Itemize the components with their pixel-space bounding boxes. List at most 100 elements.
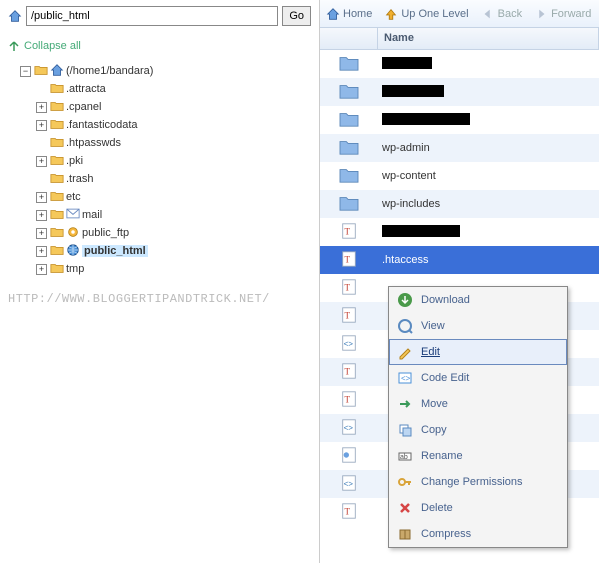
svg-text:T: T: [345, 394, 351, 404]
expander-icon[interactable]: [36, 102, 47, 113]
folder-row[interactable]: [320, 106, 599, 134]
expander-icon[interactable]: [36, 246, 47, 257]
toolbar-up[interactable]: Up One Level: [384, 7, 468, 21]
go-button[interactable]: Go: [282, 6, 311, 26]
compress-icon: [397, 526, 413, 542]
tree-item[interactable]: .pki: [8, 152, 311, 170]
tree-item-label: .htpasswds: [66, 137, 121, 149]
expander-icon[interactable]: [20, 66, 31, 77]
svg-text:T: T: [345, 254, 351, 264]
folder-tree: (/home1/bandara) .attracta .cpanel.fantas…: [8, 62, 311, 278]
folder-icon: [34, 64, 48, 79]
edit-icon: [397, 344, 413, 360]
tree-item[interactable]: .attracta: [8, 80, 311, 98]
delete-icon: [397, 500, 413, 516]
ctx-label: Move: [421, 398, 448, 410]
tree-item-label: .pki: [66, 155, 83, 167]
tree-item[interactable]: .trash: [8, 170, 311, 188]
file-icon: T: [338, 362, 360, 383]
home-icon: [8, 9, 22, 23]
tree-item[interactable]: mail: [8, 206, 311, 224]
ctx-rename[interactable]: abRename: [389, 443, 567, 469]
tree-item[interactable]: etc: [8, 188, 311, 206]
path-row: Go: [8, 6, 311, 26]
tree-item[interactable]: .fantasticodata: [8, 116, 311, 134]
home-icon: [326, 7, 340, 21]
path-input[interactable]: [26, 6, 278, 26]
watermark-text: HTTP://WWW.BLOGGERTIPANDTRICK.NET/: [8, 292, 311, 306]
toolbar-forward[interactable]: Forward: [534, 7, 591, 21]
svg-text:T: T: [345, 366, 351, 376]
folder-icon: [50, 154, 64, 169]
back-icon: [481, 7, 495, 21]
folder-icon: [50, 100, 64, 115]
tree-item[interactable]: .htpasswds: [8, 134, 311, 152]
tree-root-label: (/home1/bandara): [66, 65, 153, 77]
folder-icon: [50, 244, 64, 259]
folder-icon: [50, 262, 64, 277]
toolbar-back[interactable]: Back: [481, 7, 522, 21]
expander-icon[interactable]: [36, 192, 47, 203]
toolbar-home[interactable]: Home: [326, 7, 372, 21]
tree-item[interactable]: .cpanel: [8, 98, 311, 116]
file-icon: <>: [338, 418, 360, 439]
column-header-name[interactable]: Name: [378, 28, 599, 49]
row-label: wp-admin: [382, 142, 430, 154]
tree-item[interactable]: public_ftp: [8, 224, 311, 242]
tree-item-label: .attracta: [66, 83, 106, 95]
toolbar: Home Up One Level Back Forward: [320, 0, 599, 28]
folder-row[interactable]: wp-includes: [320, 190, 599, 218]
ctx-edit[interactable]: Edit: [389, 339, 567, 365]
copy-icon: [397, 422, 413, 438]
expander-icon[interactable]: [36, 228, 47, 239]
folder-row[interactable]: wp-content: [320, 162, 599, 190]
file-row[interactable]: T .htaccess: [320, 246, 599, 274]
file-icon: T: [338, 250, 360, 271]
collapse-all[interactable]: Collapse all: [8, 36, 311, 62]
tree-item-label: .trash: [66, 173, 94, 185]
ctx-label: Copy: [421, 424, 447, 436]
file-row[interactable]: T: [320, 218, 599, 246]
ctx-move[interactable]: Move: [389, 391, 567, 417]
ctx-copy[interactable]: Copy: [389, 417, 567, 443]
row-label: .htaccess: [382, 254, 428, 266]
svg-text:<>: <>: [401, 374, 411, 383]
expander-icon[interactable]: [36, 264, 47, 275]
expander-icon[interactable]: [36, 120, 47, 131]
collapse-all-label: Collapse all: [24, 40, 81, 52]
ctx-key[interactable]: Change Permissions: [389, 469, 567, 495]
folder-icon: [50, 136, 64, 151]
expander-icon[interactable]: [36, 210, 47, 221]
ctx-label: Download: [421, 294, 470, 306]
row-label: wp-includes: [382, 198, 440, 210]
folder-icon: [338, 166, 360, 187]
column-header-icon[interactable]: [320, 28, 378, 49]
ctx-code[interactable]: <> Code Edit: [389, 365, 567, 391]
folder-row[interactable]: [320, 50, 599, 78]
folder-icon: [50, 226, 64, 241]
ctx-download[interactable]: Download: [389, 287, 567, 313]
view-icon: [397, 318, 413, 334]
ctx-label: Rename: [421, 450, 463, 462]
ctx-label: Code Edit: [421, 372, 469, 384]
move-icon: [397, 396, 413, 412]
ctx-delete[interactable]: Delete: [389, 495, 567, 521]
folder-icon: [338, 110, 360, 131]
globe-icon: [66, 243, 80, 260]
tree-root[interactable]: (/home1/bandara): [8, 62, 311, 80]
key-icon: [397, 474, 413, 490]
svg-text:T: T: [345, 226, 351, 236]
tree-item[interactable]: public_html: [8, 242, 311, 260]
svg-text:<>: <>: [344, 479, 354, 488]
folder-row[interactable]: wp-admin: [320, 134, 599, 162]
svg-text:<>: <>: [344, 339, 354, 348]
expander-icon[interactable]: [36, 156, 47, 167]
row-label: wp-content: [382, 170, 436, 182]
tree-item[interactable]: tmp: [8, 260, 311, 278]
folder-icon: [50, 190, 64, 205]
ctx-view[interactable]: View: [389, 313, 567, 339]
folder-row[interactable]: [320, 78, 599, 106]
ctx-compress[interactable]: Compress: [389, 521, 567, 547]
svg-text:T: T: [345, 506, 351, 516]
folder-icon: [338, 54, 360, 75]
